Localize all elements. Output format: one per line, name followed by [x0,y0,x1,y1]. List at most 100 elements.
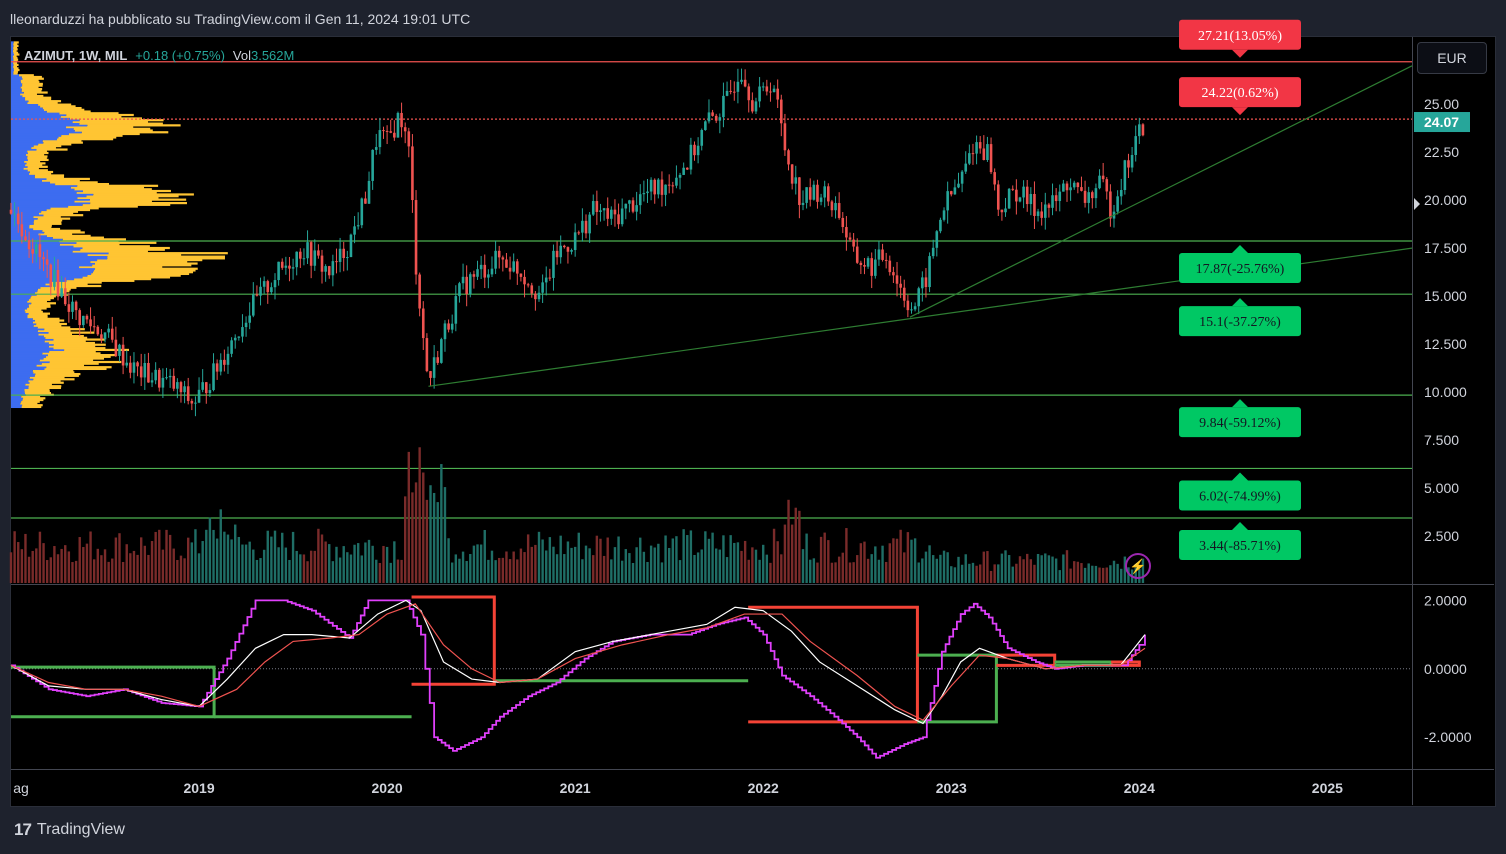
candle-body [1109,191,1112,219]
currency-button[interactable]: EUR [1417,42,1487,74]
volume-bar [617,536,620,583]
candle-body [881,249,884,260]
lightning-icon[interactable]: ⚡ [1125,553,1151,579]
candle-body [450,323,454,330]
volume-bar [20,549,24,583]
candle-body [996,184,1000,210]
time-axis: ag 2019 2020 2021 2022 2023 2024 2025 [13,780,1343,796]
volume-bar [841,552,844,583]
candle-body [78,310,82,326]
candle-body [1058,191,1062,202]
candle-body [823,186,826,198]
volume-bar [794,507,797,583]
candle-body [675,177,678,186]
candle-body [436,357,440,363]
regime-box [411,595,496,686]
level-label-text: 6.02(-74.99%) [1199,489,1281,504]
candle-body [812,184,816,200]
volume-bar [899,529,902,583]
volume-bar [624,549,627,583]
volume-bar [805,533,808,583]
volume-bar [414,482,418,583]
volume-bar [367,539,371,583]
volume-bar [816,562,819,583]
candle-body [443,323,447,340]
candle-body [60,288,63,297]
volume-bar [837,556,841,583]
volume-bar [487,559,490,583]
volume-bar [592,555,595,583]
volume-bar [874,546,877,583]
candle-body [566,247,570,252]
volume-bar [809,559,812,583]
volume-bar [834,562,837,583]
candle-body [776,88,779,100]
candle-body [161,377,165,388]
candle-body [139,366,143,378]
time-tick-label: 2024 [1124,780,1155,796]
volume-bar [1094,565,1098,583]
volume-bar [960,564,964,583]
candle-body [53,269,56,287]
candle-body [1033,193,1036,216]
candle-body [165,377,168,379]
tradingview-brand[interactable]: 17 TradingView [14,820,125,840]
candle-body [743,79,747,87]
candle-body [487,274,490,278]
volume-bar [187,537,190,583]
candle-body [262,281,266,287]
legend-change: +0.18 (+0.75%) [135,48,225,63]
candle-body [877,249,881,260]
volume-bar [508,559,512,583]
candle-body [31,249,34,254]
volume-bar [718,549,722,583]
volume-bar [215,538,219,583]
candle-body [837,203,841,218]
volume-bar [1101,567,1105,583]
candle-body [1011,188,1015,190]
legend-symbol[interactable]: AZIMUT, 1W, MIL [24,48,127,63]
candle-body [82,315,85,326]
candle-body [49,264,53,287]
candle-body [855,246,859,263]
candle-body [1087,192,1090,203]
volume-bar [9,552,13,583]
candle-body [946,191,949,211]
volume-bar [1015,563,1018,583]
candle-body [1119,189,1123,197]
candle-body [563,245,566,248]
candle-body [827,186,830,202]
volume-bar [584,545,588,583]
volume-bar [255,559,259,583]
volume-bar [129,553,132,583]
volume-bar [483,529,486,583]
volume-bar [653,547,656,583]
volume-bar [881,545,884,583]
candle-body [620,208,624,225]
volume-bar [490,550,494,583]
volume-bar [581,559,584,583]
volume-bar [541,539,544,583]
candle-body [215,363,219,372]
volume-bar [288,559,291,583]
candle-body [928,256,931,288]
chart-canvas[interactable]: 27.21(13.05%) 24.22(0.62%) 17.87(-25.76%) 1… [0,0,1506,854]
candle-body [346,257,349,259]
candle-body [35,244,38,254]
volume-bar [743,540,747,583]
volume-bar [338,557,342,583]
volume-bar [67,551,71,583]
volume-bar [1011,566,1014,583]
volume-bar [494,560,497,583]
level-label-pointer [1232,49,1248,58]
candle-body [400,112,403,128]
candle-body [570,250,573,252]
candle-body [364,198,367,204]
candle-body [288,265,291,269]
volume-bar [378,562,382,583]
candle-body [819,197,823,202]
price-tick-label: 10.000 [1424,384,1467,400]
volume-bar [823,532,826,583]
candle-body [649,179,653,192]
volume-bars [9,447,1145,583]
